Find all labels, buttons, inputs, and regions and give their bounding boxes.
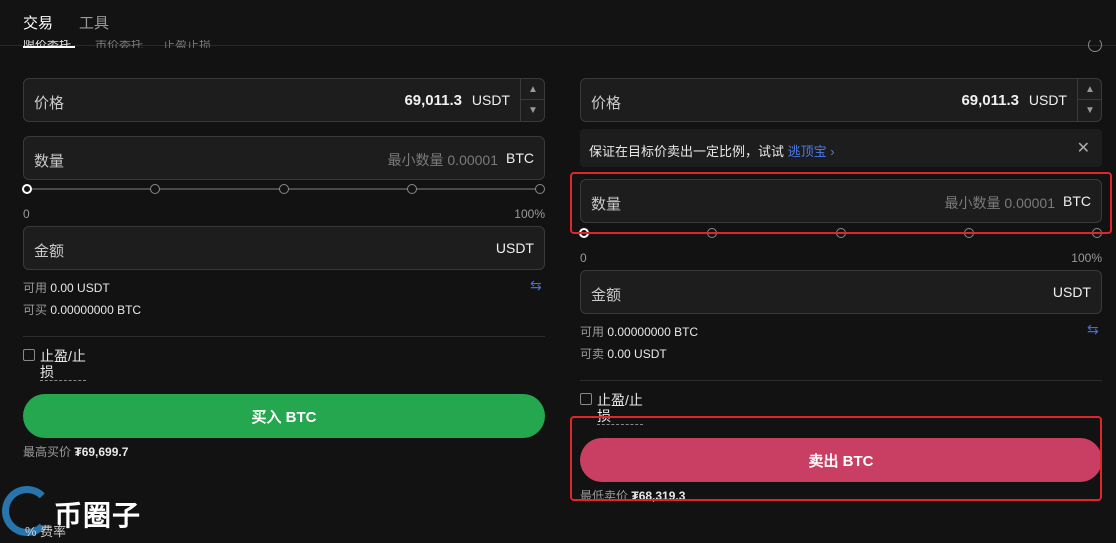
buy-price-value[interactable]: 69,011.3 [404, 92, 462, 109]
checkbox[interactable] [580, 393, 592, 405]
can-sell-value: 0.00 USDT [607, 347, 667, 361]
buy-price-stepper: ▲ ▼ [520, 79, 545, 121]
buy-slider-min-label: 0 [23, 207, 30, 221]
slider-mark-25[interactable] [150, 184, 160, 194]
close-icon[interactable]: ✕ [1077, 138, 1090, 158]
available-value: 0.00000000 BTC [607, 325, 699, 339]
divider [23, 336, 545, 337]
buy-can-buy: 可买 0.00000000 BTC [23, 301, 141, 318]
buy-amount-field[interactable]: 金额 USDT [23, 226, 545, 270]
banner-link[interactable]: 逃顶宝 [788, 144, 827, 159]
available-label: 可用 [23, 281, 48, 295]
can-buy-value: 0.00000000 BTC [50, 303, 142, 317]
chevron-right-icon[interactable]: › [827, 144, 834, 159]
chevron-up-icon[interactable]: ▲ [1078, 79, 1102, 100]
sell-amount-field[interactable]: 金额 USDT [580, 270, 1102, 314]
sell-price-unit: USDT [1028, 92, 1067, 108]
highlight-quantity [570, 172, 1112, 234]
buy-price-field[interactable]: 价格 69,011.3 USDT ▲ ▼ [23, 78, 545, 122]
sell-slider-min-label: 0 [580, 251, 587, 265]
slider-mark-75[interactable] [407, 184, 417, 194]
divider [580, 380, 1102, 381]
buy-quantity-label: 数量 [34, 153, 65, 170]
slider-mark-50[interactable] [279, 184, 289, 194]
swap-icon[interactable]: ⇆ [530, 277, 542, 294]
buy-percent-slider[interactable] [22, 183, 545, 195]
sell-available: 可用 0.00000000 BTC [580, 323, 698, 340]
sell-price-label: 价格 [591, 95, 622, 112]
chevron-down-icon[interactable]: ▼ [521, 100, 545, 121]
sell-amount-unit: USDT [1052, 284, 1091, 300]
buy-quantity-unit: BTC [506, 150, 534, 166]
buy-btc-button[interactable]: 买入 BTC [23, 394, 545, 438]
slider-mark-100[interactable] [535, 184, 545, 194]
buy-amount-label: 金额 [34, 243, 65, 260]
can-buy-label: 可买 [23, 303, 48, 317]
fee-rate-link[interactable]: % 费率 [25, 521, 66, 540]
watermark: 币圈子 [0, 484, 160, 543]
buy-price-label: 价格 [34, 95, 65, 112]
best-price-value: ₮69,699.7 [74, 445, 129, 459]
sell-price-value[interactable]: 69,011.3 [961, 92, 1019, 109]
available-value: 0.00 USDT [50, 281, 110, 295]
buy-slider-max-label: 100% [514, 207, 545, 221]
sell-price-stepper: ▲ ▼ [1077, 79, 1102, 121]
buy-quantity-placeholder: 最小数量 0.00001 [387, 152, 499, 168]
buy-price-unit: USDT [471, 92, 510, 108]
escape-top-banner: 保证在目标价卖出一定比例，试试 逃顶宝 › ✕ [580, 129, 1102, 167]
available-label: 可用 [580, 325, 605, 339]
tp-sl-label: 止盈/止损 [40, 348, 86, 381]
sell-amount-label: 金额 [591, 287, 622, 304]
checkbox[interactable] [23, 349, 35, 361]
can-sell-label: 可卖 [580, 347, 605, 361]
highlight-sell-button [570, 416, 1102, 501]
buy-available: 可用 0.00 USDT [23, 279, 110, 296]
banner-text: 保证在目标价卖出一定比例，试试 逃顶宝 › [589, 141, 835, 160]
sell-can-sell: 可卖 0.00 USDT [580, 345, 667, 362]
buy-amount-unit: USDT [495, 240, 534, 256]
sell-price-field[interactable]: 价格 69,011.3 USDT ▲ ▼ [580, 78, 1102, 122]
buy-best-price: 最高买价 ₮69,699.7 [23, 443, 128, 460]
watermark-text: 币圈子 [54, 500, 142, 531]
buy-quantity-field[interactable]: 数量 最小数量 0.00001 BTC [23, 136, 545, 180]
sell-slider-max-label: 100% [1071, 251, 1102, 265]
banner-message: 保证在目标价卖出一定比例，试试 [589, 144, 785, 159]
best-price-label: 最高买价 [23, 445, 72, 459]
chevron-up-icon[interactable]: ▲ [521, 79, 545, 100]
slider-handle[interactable] [22, 184, 32, 194]
swap-icon[interactable]: ⇆ [1087, 321, 1099, 338]
buy-panel: 价格 69,011.3 USDT ▲ ▼ 数量 最小数量 0.00001 BTC… [22, 0, 545, 543]
chevron-down-icon[interactable]: ▼ [1078, 100, 1102, 121]
